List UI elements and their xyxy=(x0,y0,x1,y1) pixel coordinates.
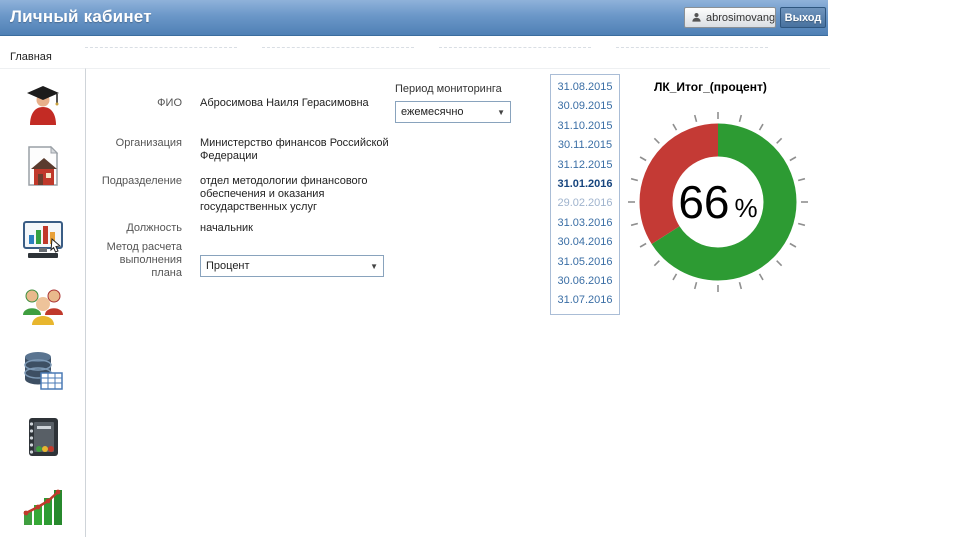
student-icon xyxy=(27,86,59,125)
sidebar-item-monitoring[interactable] xyxy=(19,215,67,263)
database-icon xyxy=(24,352,63,390)
department-value: отдел методологии финансового обеспечени… xyxy=(200,175,368,213)
date-item[interactable]: 29.02.2016 xyxy=(551,194,619,213)
date-item[interactable]: 30.04.2016 xyxy=(551,233,619,252)
position-label: Должность xyxy=(126,222,182,234)
sidebar xyxy=(0,68,86,537)
username: abrosimovang xyxy=(706,11,776,24)
date-item[interactable]: 31.01.2016 xyxy=(551,175,619,194)
date-item[interactable]: 31.03.2016 xyxy=(551,214,619,233)
logout-button[interactable]: Выход xyxy=(780,7,826,28)
sidebar-item-database[interactable] xyxy=(19,347,67,395)
date-list: 31.08.2015 30.09.2015 31.10.2015 30.11.2015… xyxy=(550,74,620,315)
position-value: начальник xyxy=(200,222,253,234)
sidebar-item-reports[interactable] xyxy=(19,413,67,461)
date-item[interactable]: 31.10.2015 xyxy=(551,117,619,136)
sidebar-item-organization[interactable] xyxy=(19,143,67,191)
method-label: Метод расчета выполнения плана xyxy=(106,241,182,279)
sidebar-item-student[interactable] xyxy=(19,81,67,129)
chevron-down-icon: ▼ xyxy=(370,261,378,271)
department-label: Подразделение xyxy=(101,175,182,187)
chevron-down-icon: ▼ xyxy=(497,107,505,117)
breadcrumb-home[interactable]: Главная xyxy=(10,51,52,63)
monitoring-period-label: Период мониторинга xyxy=(395,83,502,95)
date-item[interactable]: 31.08.2015 xyxy=(551,78,619,97)
header: Личный кабинет abrosimovang Выход xyxy=(0,0,828,36)
main-content: ФИО Абросимова Наиля Герасимовна Организ… xyxy=(86,68,830,537)
tabs-row xyxy=(0,36,828,52)
monitoring-icon xyxy=(23,221,63,258)
date-item[interactable]: 30.11.2015 xyxy=(551,136,619,155)
page-title: Личный кабинет xyxy=(10,7,152,26)
tab-placeholder xyxy=(262,39,414,48)
fio-value: Абросимова Наиля Герасимовна xyxy=(200,97,369,109)
method-select[interactable]: Процент ▼ xyxy=(200,255,384,277)
sidebar-item-statistics[interactable] xyxy=(19,481,67,529)
tab-placeholder xyxy=(85,39,237,48)
donut-chart-svg xyxy=(628,112,808,292)
sidebar-item-users[interactable] xyxy=(19,281,67,329)
organization-icon xyxy=(28,145,59,186)
tab-placeholder xyxy=(439,39,591,48)
statistics-icon xyxy=(23,489,62,525)
user-icon xyxy=(692,13,701,22)
date-item[interactable]: 31.07.2016 xyxy=(551,291,619,310)
tab-placeholder xyxy=(616,39,768,48)
monitoring-period-select[interactable]: ежемесячно ▼ xyxy=(395,101,511,123)
organization-value: Министерство финансов Российской Федерац… xyxy=(200,137,389,162)
users-icon xyxy=(23,289,63,325)
reports-icon xyxy=(29,418,58,456)
monitoring-period-value: ежемесячно xyxy=(401,106,464,118)
donut-chart: 66 % xyxy=(618,102,818,302)
date-item[interactable]: 31.05.2016 xyxy=(551,253,619,272)
date-item[interactable]: 30.06.2016 xyxy=(551,272,619,291)
date-item[interactable]: 31.12.2015 xyxy=(551,156,619,175)
method-select-value: Процент xyxy=(206,260,250,272)
date-item[interactable]: 30.09.2015 xyxy=(551,97,619,116)
fio-label: ФИО xyxy=(157,97,182,109)
chart-title: ЛК_Итог_(процент) xyxy=(654,80,767,94)
user-badge[interactable]: abrosimovang xyxy=(684,7,776,28)
organization-label: Организация xyxy=(115,137,182,149)
app-window: Личный кабинет abrosimovang Выход Главна… xyxy=(0,0,830,540)
